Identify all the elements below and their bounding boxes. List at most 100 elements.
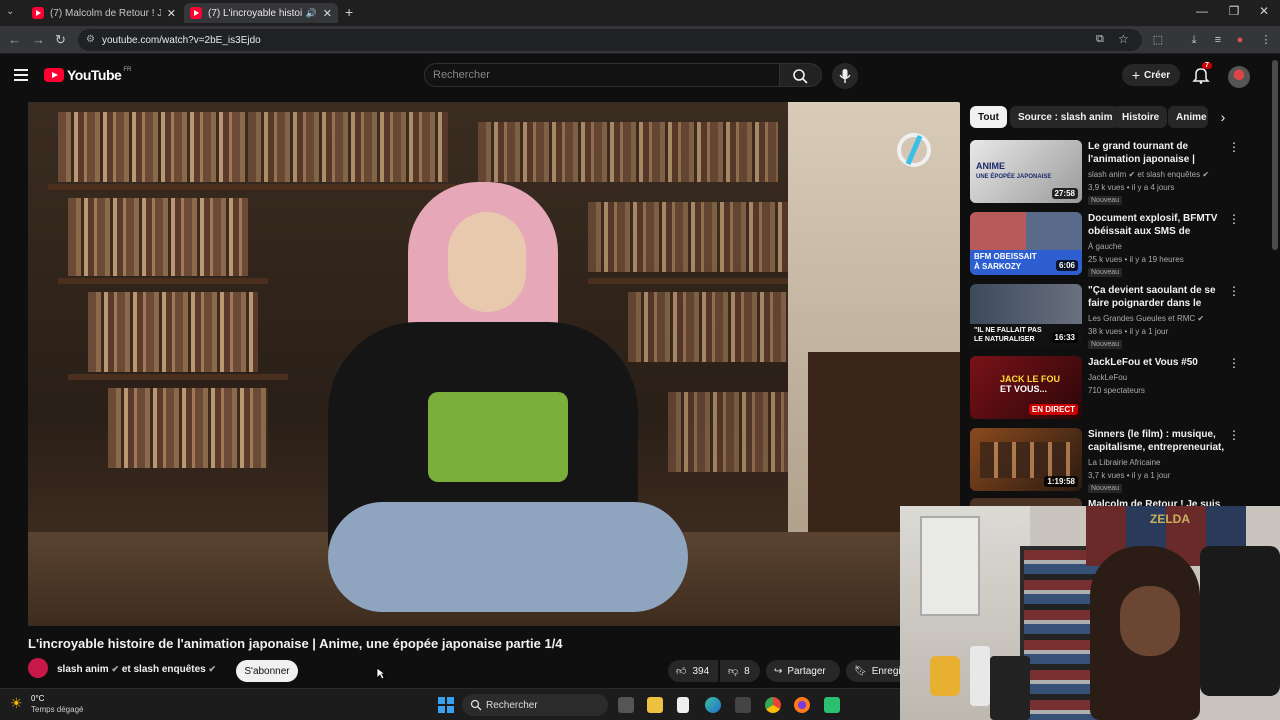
search-button[interactable] — [780, 63, 822, 87]
notifications-button[interactable]: 7 — [1192, 62, 1212, 86]
subscribe-button[interactable]: S'abonner — [236, 660, 298, 682]
close-tab-icon[interactable]: ✕ — [323, 7, 332, 20]
app-icon[interactable] — [824, 697, 840, 713]
close-tab-icon[interactable]: ✕ — [167, 7, 176, 20]
task-view-icon[interactable] — [618, 697, 634, 713]
tab-search-chevron-icon[interactable]: ⌄ — [6, 6, 14, 17]
recommendation-title[interactable]: Malcolm de Retour ! Je suis — [1088, 498, 1228, 506]
edge-browser-icon[interactable] — [705, 697, 721, 713]
profile-icon[interactable]: ● — [1234, 34, 1246, 46]
dislike-button[interactable]: 👎︎ 8 — [720, 660, 760, 682]
weather-temp[interactable]: 0°C — [31, 694, 44, 703]
chip-all[interactable]: Tout — [970, 106, 1007, 128]
chrome-icon[interactable] — [765, 697, 781, 713]
recommendation-item[interactable]: ANIME UNE ÉPOPÉE JAPONAISE 27:58 Le grand… — [970, 140, 1270, 206]
recommendation-channel[interactable]: La Librairie Africaine — [1088, 458, 1160, 467]
tab-title: (7) Malcolm de Retour ! Je suis — [50, 7, 161, 19]
taskbar-search[interactable]: Rechercher — [462, 694, 608, 716]
tab-malcolm[interactable]: (7) Malcolm de Retour ! Je suis ✕ — [26, 3, 182, 23]
channel-avatar[interactable] — [28, 658, 48, 678]
recommendation-thumbnail[interactable]: JACK LE FOU ET VOUS... EN DIRECT — [970, 356, 1082, 419]
plus-icon: + — [1131, 67, 1141, 83]
zelda-poster: ZELDA — [1150, 512, 1190, 526]
recommendation-item[interactable]: 1:19:58 Sinners (le film) : musique, cap… — [970, 428, 1270, 494]
save-button[interactable]: 🔖︎ Enregi — [846, 660, 900, 682]
install-app-icon[interactable]: ⧉ — [1096, 33, 1104, 46]
minimize-icon[interactable]: — — [1192, 4, 1212, 18]
recommendation-item[interactable]: Malcolm de Retour ! Je suis — [970, 498, 1270, 506]
weather-icon[interactable]: ☀ — [10, 695, 23, 712]
duration-badge: 1:19:58 — [1044, 476, 1078, 487]
recommendation-title[interactable]: Sinners (le film) : musique, capitalisme… — [1088, 428, 1228, 454]
recommendation-meta: 3,9 k vues • il y a 4 jours — [1088, 183, 1175, 192]
restore-icon[interactable]: ❐ — [1224, 4, 1244, 18]
channel-collab-name[interactable]: et slash enquêtes — [122, 664, 206, 675]
recommendation-item[interactable]: JACK LE FOU ET VOUS... EN DIRECT JackLeFo… — [970, 356, 1270, 422]
firefox-icon[interactable] — [794, 697, 810, 713]
video-player[interactable] — [28, 102, 960, 626]
recommendation-item[interactable]: "IL NE FALLAIT PAS LE NATURALISER 16:33 "… — [970, 284, 1270, 350]
weather-text[interactable]: Temps dégagé — [31, 705, 83, 714]
account-avatar[interactable] — [1228, 66, 1250, 88]
store-icon[interactable] — [735, 697, 751, 713]
chips-next-chevron-icon[interactable]: › — [1208, 106, 1238, 128]
recommendation-channel[interactable]: Les Grandes Gueules et RMC ✔ — [1088, 314, 1204, 323]
file-explorer-icon[interactable] — [647, 697, 663, 713]
search-icon — [793, 69, 808, 84]
like-count: 394 — [692, 665, 710, 677]
media-controls-icon[interactable]: ≡ — [1212, 34, 1224, 46]
recommendation-thumbnail[interactable] — [970, 498, 1082, 506]
chip-histoire[interactable]: Histoire — [1114, 106, 1168, 128]
browser-menu-icon[interactable]: ⋮ — [1260, 34, 1272, 46]
more-options-icon[interactable]: ⋮ — [1228, 285, 1240, 297]
more-options-icon[interactable]: ⋮ — [1228, 429, 1240, 441]
recommendation-title[interactable]: "Ça devient saoulant de se faire poignar… — [1088, 284, 1228, 310]
speaker-icon[interactable]: 🔊 — [306, 8, 317, 19]
recommendation-title[interactable]: Le grand tournant de l'animation japonai… — [1088, 140, 1228, 166]
page-scrollbar[interactable] — [1272, 60, 1278, 250]
video-title: L'incroyable histoire de l'animation jap… — [28, 636, 563, 651]
chip-anime[interactable]: Anime — [1168, 106, 1208, 128]
download-icon[interactable]: ⤓ — [1188, 34, 1200, 46]
close-window-icon[interactable]: ✕ — [1254, 4, 1274, 18]
youtube-logo[interactable]: YouTube FR — [44, 67, 131, 83]
recommendation-thumbnail[interactable]: BFM OBEISSAIT À SARKOZY 6:06 — [970, 212, 1082, 275]
forward-arrow-icon[interactable]: → — [32, 32, 45, 47]
tab-anime-video[interactable]: (7) L'incroyable histoire de l 🔊 ✕ — [184, 3, 338, 23]
bookmark-star-icon[interactable]: ☆ — [1118, 32, 1129, 46]
chip-source[interactable]: Source : slash anim — [1010, 106, 1121, 128]
recommendation-item[interactable]: BFM OBEISSAIT À SARKOZY 6:06 Document exp… — [970, 212, 1270, 278]
url-field[interactable]: ⚙ youtube.com/watch?v=2bE_is3Ejdo ⧉ ☆ — [78, 29, 1142, 51]
thumbs-down-icon: 👎︎ — [728, 666, 739, 677]
search-input[interactable]: Rechercher — [424, 63, 780, 87]
recommendation-channel[interactable]: À gauche — [1088, 242, 1122, 251]
reload-icon[interactable]: ↻ — [55, 32, 66, 48]
voice-search-button[interactable] — [832, 63, 858, 89]
channel-name[interactable]: slash anim — [57, 664, 109, 675]
recommendation-channel[interactable]: slash anim ✔ et slash enquêtes ✔ — [1088, 170, 1209, 179]
more-options-icon[interactable]: ⋮ — [1228, 141, 1240, 153]
youtube-header: YouTube FR Rechercher + Créer 7 — [0, 54, 1280, 98]
extensions-icon[interactable]: ⬚ — [1152, 34, 1164, 46]
document-icon[interactable] — [677, 697, 689, 713]
share-label: Partager — [787, 665, 826, 677]
hamburger-menu-icon[interactable] — [14, 69, 28, 81]
recommendation-title[interactable]: JackLeFou et Vous #50 — [1088, 356, 1228, 369]
more-options-icon[interactable]: ⋮ — [1228, 357, 1240, 369]
recommendation-title[interactable]: Document explosif, BFMTV obéissait aux S… — [1088, 212, 1228, 238]
share-button[interactable]: ↪ Partager — [766, 660, 840, 682]
site-info-icon[interactable]: ⚙ — [86, 34, 95, 45]
recommendation-thumbnail[interactable]: "IL NE FALLAIT PAS LE NATURALISER 16:33 — [970, 284, 1082, 347]
recommendation-thumbnail[interactable]: 1:19:58 — [970, 428, 1082, 491]
more-options-icon[interactable]: ⋮ — [1228, 213, 1240, 225]
slash-watermark-icon — [897, 133, 931, 167]
notification-count-badge: 7 — [1202, 62, 1212, 69]
windows-start-icon[interactable] — [438, 697, 454, 713]
address-bar-row: ← → ↻ ⚙ youtube.com/watch?v=2bE_is3Ejdo … — [0, 26, 1280, 54]
create-button[interactable]: + Créer — [1122, 64, 1180, 86]
like-button[interactable]: 👍︎ 394 — [668, 660, 718, 682]
new-tab-plus-icon[interactable]: + — [345, 4, 353, 20]
back-arrow-icon[interactable]: ← — [8, 32, 21, 47]
recommendation-thumbnail[interactable]: ANIME UNE ÉPOPÉE JAPONAISE 27:58 — [970, 140, 1082, 203]
recommendation-channel[interactable]: JackLeFou — [1088, 373, 1127, 382]
